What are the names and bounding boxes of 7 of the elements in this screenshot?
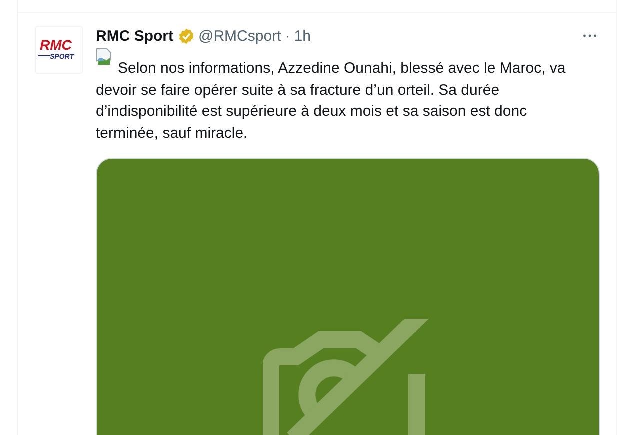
more-options-icon[interactable] bbox=[583, 34, 597, 38]
post-time[interactable]: 1h bbox=[294, 28, 311, 44]
author-handle[interactable]: @RMCsport bbox=[198, 28, 282, 44]
separator-dot: · bbox=[285, 28, 290, 44]
tweet-text: Selon nos informations, Azzedine Ounahi, blessé avec le Maroc, va devoir se faire opérer suite à sa fracture d’un orteil. Sa durée d’indisponibilité est supérieure à deux mois et sa saison est donc terminée, sauf miracle. bbox=[96, 59, 567, 144]
author-name[interactable]: RMC Sport bbox=[96, 28, 174, 44]
broken-image-icon bbox=[96, 48, 112, 66]
